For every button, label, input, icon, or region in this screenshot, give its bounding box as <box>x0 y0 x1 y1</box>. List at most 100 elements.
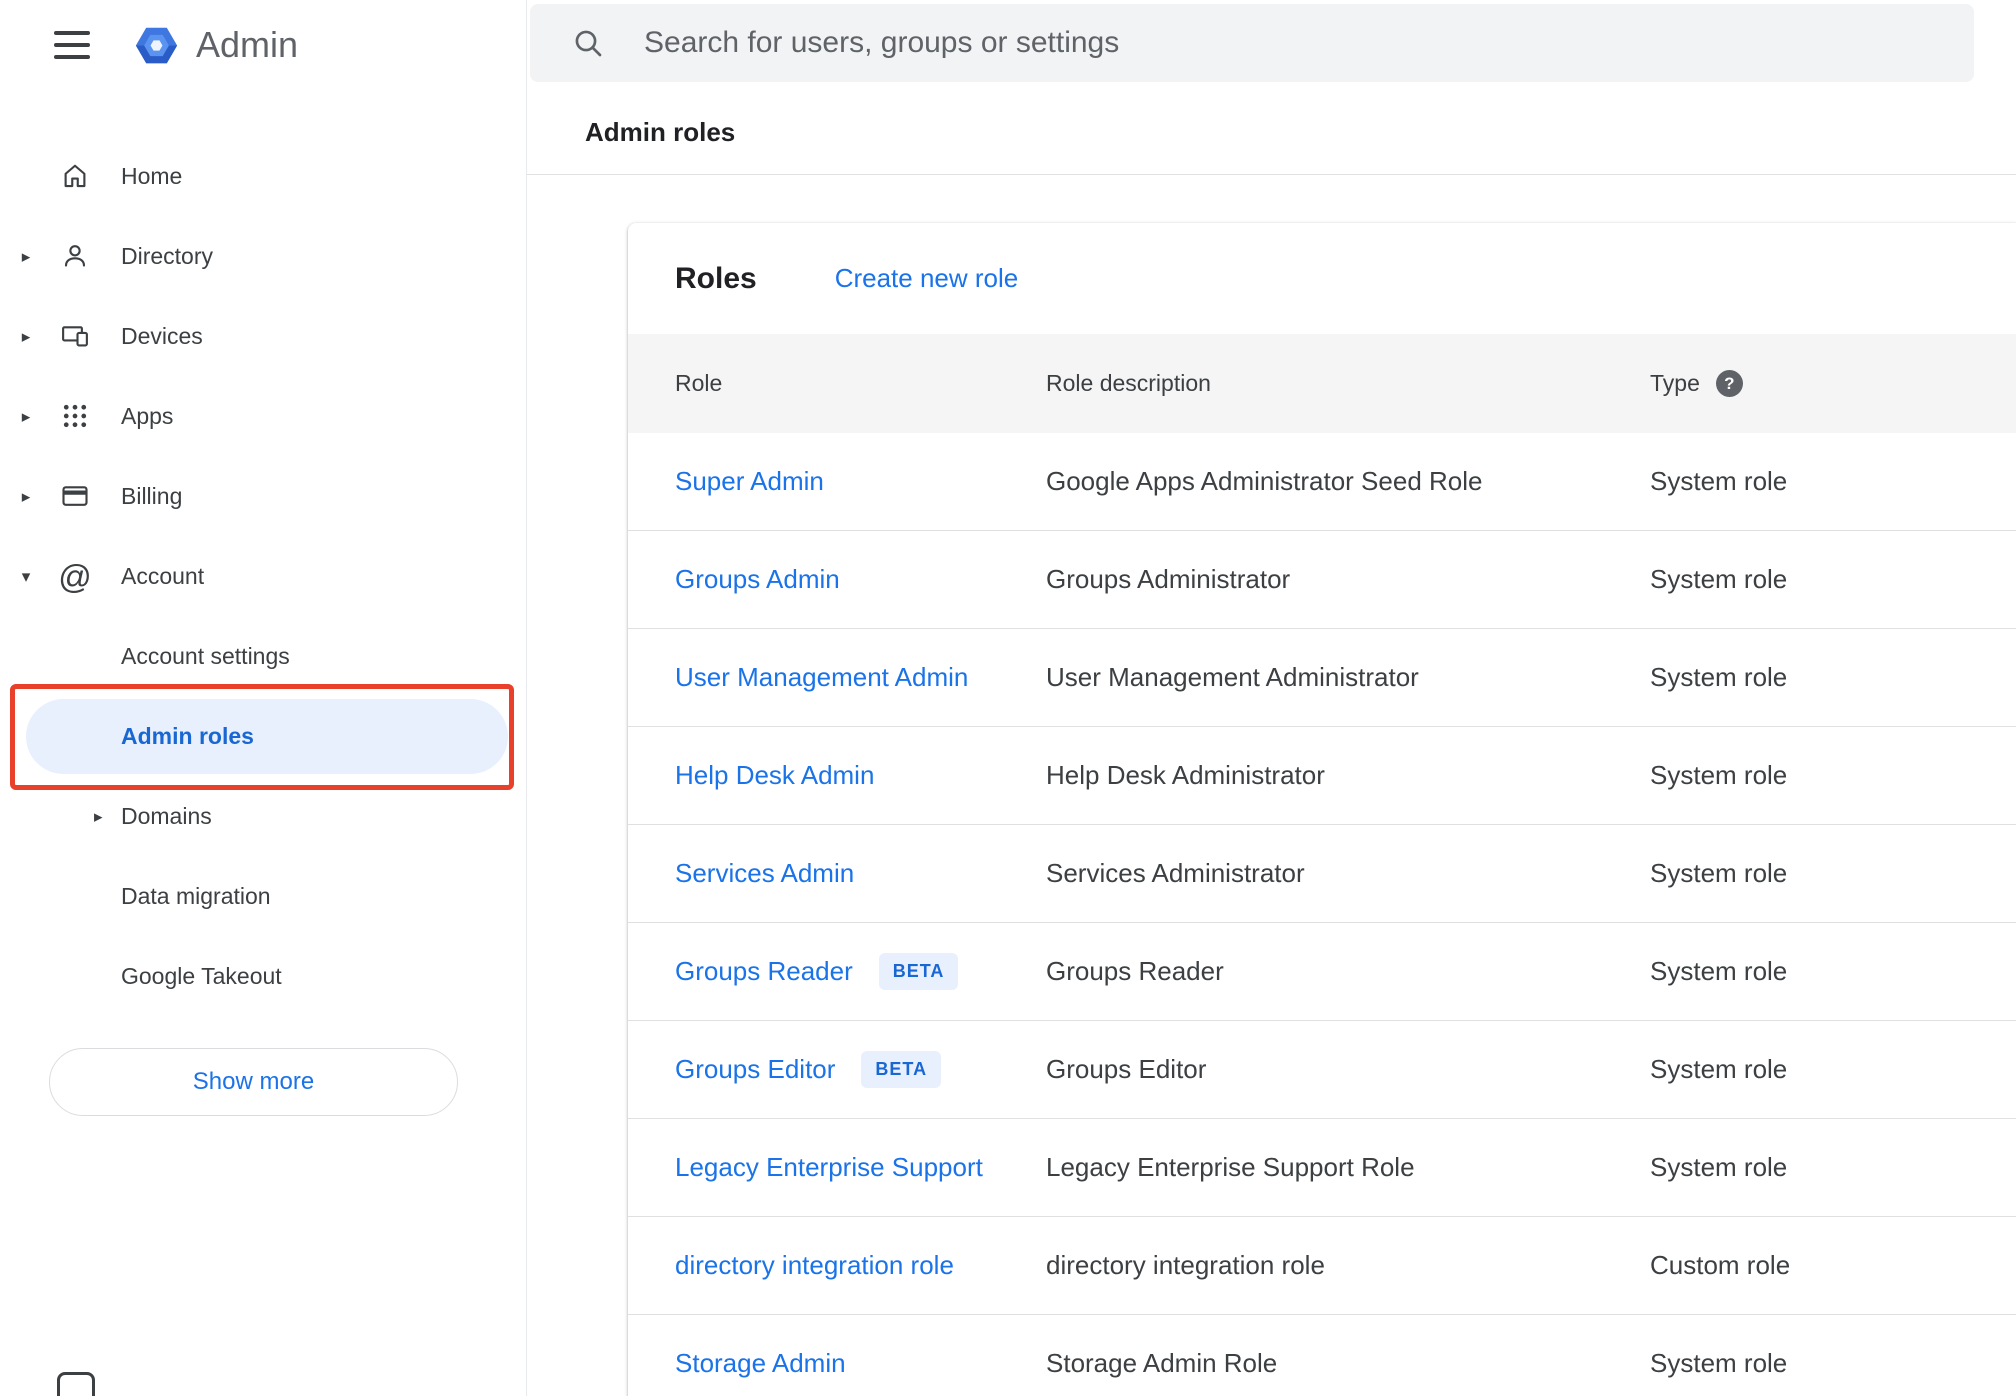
table-row: directory integration role directory int… <box>628 1217 2016 1315</box>
table-row: Legacy Enterprise Support Legacy Enterpr… <box>628 1119 2016 1217</box>
help-icon[interactable] <box>1715 370 1743 397</box>
admin-hexagon-icon <box>135 27 178 63</box>
role-type: Custom role <box>1650 1250 1791 1280</box>
role-link[interactable]: directory integration role <box>675 1250 954 1281</box>
role-description: Services Administrator <box>1046 858 1305 888</box>
role-description: Google Apps Administrator Seed Role <box>1046 466 1483 496</box>
admin-console-screen: Admin Home Directory <box>0 0 2016 1396</box>
menu-bar <box>54 55 90 59</box>
create-new-role-link[interactable]: Create new role <box>835 263 1019 294</box>
topbar <box>527 0 2016 90</box>
admin-logo[interactable]: Admin <box>129 18 298 73</box>
table-row: User Management Admin User Management Ad… <box>628 629 2016 727</box>
sidebar-item-domains[interactable]: Domains <box>0 776 526 856</box>
sidebar-item-label: Data migration <box>121 882 271 909</box>
sidebar-item-label: Account settings <box>121 642 290 669</box>
breadcrumb-row: Admin roles <box>527 90 2016 175</box>
partial-bottom-icon <box>57 1372 95 1396</box>
column-header-type-label: Type <box>1650 370 1700 396</box>
role-link[interactable]: Storage Admin <box>675 1348 846 1379</box>
sidebar-item-label: Directory <box>121 242 214 269</box>
chevron-down-icon <box>14 568 38 585</box>
role-description: directory integration role <box>1046 1250 1325 1280</box>
person-icon <box>60 239 90 273</box>
role-description: Groups Editor <box>1046 1054 1207 1084</box>
sidebar-item-account[interactable]: Account <box>0 536 526 616</box>
sidebar-item-admin-roles[interactable]: Admin roles <box>0 696 526 776</box>
role-description: User Management Administrator <box>1046 662 1419 692</box>
role-type: System role <box>1650 858 1788 888</box>
sidebar-item-billing[interactable]: Billing <box>0 456 526 536</box>
column-header-type: Type <box>1650 370 2016 397</box>
menu-bar <box>54 43 90 47</box>
role-type: System role <box>1650 466 1788 496</box>
sidebar-item-apps[interactable]: Apps <box>0 376 526 456</box>
sidebar-item-label: Admin roles <box>121 722 254 749</box>
search-bar[interactable] <box>530 4 1974 82</box>
roles-card: Roles Create new role Role Role descript… <box>628 223 2016 1396</box>
role-type: System role <box>1650 1152 1788 1182</box>
beta-badge: BETA <box>861 1051 942 1088</box>
column-header-description: Role description <box>1046 370 1211 396</box>
at-sign-icon <box>60 559 90 593</box>
menu-icon[interactable] <box>54 31 90 59</box>
sidebar-item-data-migration[interactable]: Data migration <box>0 856 526 936</box>
billing-card-icon <box>60 479 90 513</box>
roles-title: Roles <box>675 261 757 295</box>
sidebar-item-devices[interactable]: Devices <box>0 296 526 376</box>
search-icon <box>575 30 602 57</box>
sidebar-item-label: Domains <box>121 802 212 829</box>
role-description: Groups Reader <box>1046 956 1224 986</box>
search-input[interactable] <box>644 26 1974 60</box>
sidebar: Admin Home Directory <box>0 0 527 1396</box>
chevron-right-icon <box>14 408 38 425</box>
sidebar-item-label: Account <box>121 562 205 589</box>
role-type: System role <box>1650 1054 1788 1084</box>
sidebar-item-label: Home <box>121 162 183 189</box>
active-item-pill: Admin roles <box>26 698 508 774</box>
role-type: System role <box>1650 662 1788 692</box>
menu-bar <box>54 31 90 35</box>
sidebar-item-directory[interactable]: Directory <box>0 216 526 296</box>
sidebar-item-label: Billing <box>121 482 183 509</box>
roles-card-header: Roles Create new role <box>628 223 2016 334</box>
sidebar-item-label: Google Takeout <box>121 962 282 989</box>
chevron-right-icon <box>14 488 38 505</box>
sidebar-item-google-takeout[interactable]: Google Takeout <box>0 936 526 1016</box>
table-row: Help Desk Admin Help Desk Administrator … <box>628 727 2016 825</box>
role-link[interactable]: Groups Admin <box>675 564 840 595</box>
devices-icon <box>60 319 90 353</box>
sidebar-item-label: Devices <box>121 322 203 349</box>
role-link[interactable]: Groups Reader <box>675 956 853 987</box>
beta-badge: BETA <box>878 953 959 990</box>
role-link[interactable]: Services Admin <box>675 858 854 889</box>
role-description: Help Desk Administrator <box>1046 760 1325 790</box>
role-link[interactable]: Legacy Enterprise Support <box>675 1152 983 1183</box>
chevron-right-icon <box>14 248 38 265</box>
main-area: Admin roles Roles Create new role Role R… <box>527 0 2016 1396</box>
table-row: Groups Admin Groups Administrator System… <box>628 531 2016 629</box>
show-more-button[interactable]: Show more <box>49 1048 458 1116</box>
role-description: Legacy Enterprise Support Role <box>1046 1152 1415 1182</box>
sidebar-item-account-settings[interactable]: Account settings <box>0 616 526 696</box>
table-row: Groups Editor BETA Groups Editor System … <box>628 1021 2016 1119</box>
role-link[interactable]: Help Desk Admin <box>675 760 874 791</box>
table-row: Groups Reader BETA Groups Reader System … <box>628 923 2016 1021</box>
table-header-row: Role Role description Type <box>628 334 2016 433</box>
role-link[interactable]: User Management Admin <box>675 662 968 693</box>
role-type: System role <box>1650 1348 1788 1378</box>
sidebar-item-home[interactable]: Home <box>0 136 526 216</box>
role-description: Groups Administrator <box>1046 564 1291 594</box>
role-link[interactable]: Groups Editor <box>675 1054 835 1085</box>
table-row: Storage Admin Storage Admin Role System … <box>628 1315 2016 1396</box>
sidebar-item-label: Apps <box>121 402 174 429</box>
role-link[interactable]: Super Admin <box>675 466 824 497</box>
sidebar-nav: Home Directory Devices <box>0 136 526 1116</box>
apps-grid-icon <box>60 399 90 433</box>
role-type: System role <box>1650 760 1788 790</box>
breadcrumb: Admin roles <box>585 116 736 147</box>
column-header-role: Role <box>675 370 723 396</box>
role-description: Storage Admin Role <box>1046 1348 1278 1378</box>
app-title: Admin <box>196 24 299 65</box>
home-icon <box>60 159 90 193</box>
